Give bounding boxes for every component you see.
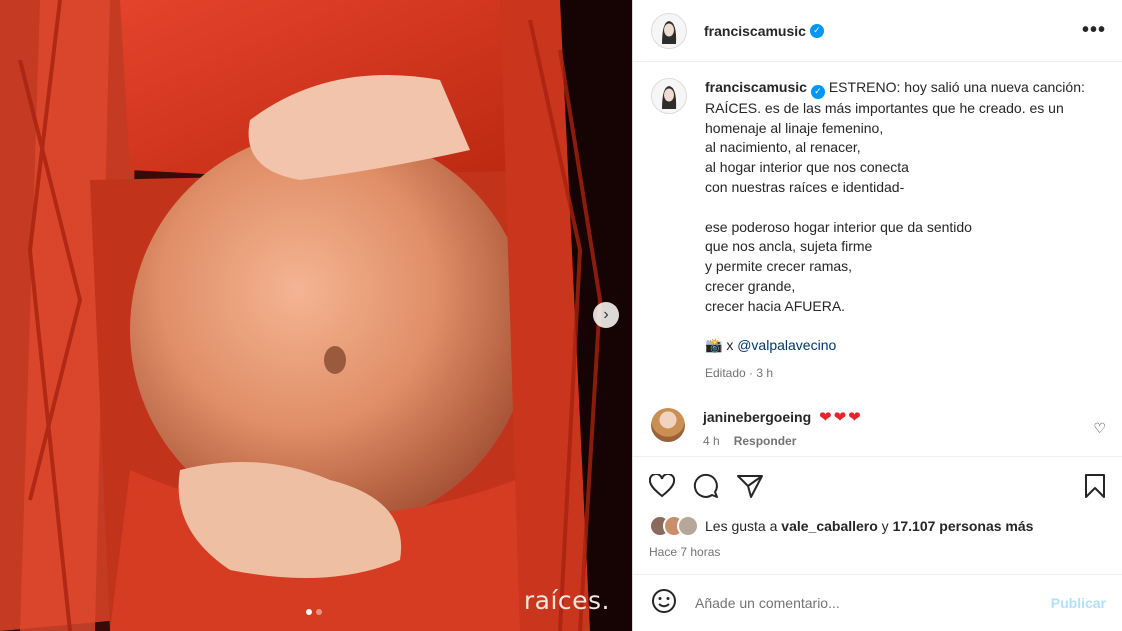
commenter-username[interactable]: janinebergoeing <box>703 409 811 425</box>
post-photo <box>0 0 632 631</box>
post-media[interactable]: › raíces. <box>0 0 632 631</box>
media-overlay-text: raíces. <box>523 586 610 615</box>
caption-text: franciscamusic ✓ ESTRENO: hoy salió una n… <box>705 78 1095 384</box>
caption-line: RAÍCES. es de las más importantes que he… <box>705 99 1064 116</box>
comments-area[interactable]: franciscamusic ✓ ESTRENO: hoy salió una n… <box>633 62 1122 456</box>
chevron-right-icon: › <box>603 306 609 323</box>
caption-line: al nacimiento, al renacer, <box>705 139 861 156</box>
emoji-icon[interactable] <box>651 588 677 619</box>
comment-input[interactable] <box>693 594 1051 612</box>
caption-credit: 📸 x @valpalavecino <box>705 337 837 354</box>
post-caption: franciscamusic ✓ ESTRENO: hoy salió una n… <box>651 78 1106 384</box>
caption-author-avatar[interactable] <box>651 78 687 114</box>
post-timestamp: Hace 7 horas <box>649 545 721 559</box>
profile-photo-icon <box>652 13 686 48</box>
caption-line: y permite crecer ramas, <box>705 258 853 275</box>
liker-username[interactable]: vale_caballero <box>781 518 878 534</box>
author-avatar[interactable] <box>651 12 687 49</box>
verified-badge-icon: ✓ <box>810 84 825 99</box>
caption-line: crecer grande, <box>705 278 796 295</box>
caption-line <box>705 317 1095 337</box>
likes-summary: Les gusta a vale_caballero y 17.107 pers… <box>649 515 1106 537</box>
caption-line: ese poderoso hogar interior que da senti… <box>705 218 972 235</box>
author-username[interactable]: franciscamusic <box>704 23 806 39</box>
share-icon[interactable] <box>737 474 763 498</box>
next-slide-button[interactable]: › <box>593 302 619 328</box>
publish-button[interactable]: Publicar <box>1051 595 1106 611</box>
credit-mention-link[interactable]: @valpalavecino <box>737 337 836 353</box>
more-options-icon[interactable]: ••• <box>1082 19 1106 42</box>
caption-line: crecer hacia AFUERA. <box>705 297 846 314</box>
commenter-avatar[interactable] <box>651 408 685 443</box>
caption-line: franciscamusic ✓ ESTRENO: hoy salió una n… <box>705 78 1095 99</box>
verified-badge-icon: ✓ <box>809 23 824 38</box>
likes-count[interactable]: 17.107 personas más <box>893 518 1034 534</box>
comment-icon[interactable] <box>693 473 719 499</box>
bookmark-icon[interactable] <box>1084 473 1106 499</box>
reply-button[interactable]: Responder <box>734 434 797 448</box>
comment-item: janinebergoeing ❤❤❤ 4 h Responder ♡ <box>651 408 1106 448</box>
add-comment-bar: Publicar <box>633 574 1122 631</box>
comment-text: ❤❤❤ <box>819 409 863 427</box>
post-panel: franciscamusic ✓ ••• franciscamusic ✓ EST… <box>632 0 1122 631</box>
caption-line: que nos ancla, sujeta firme <box>705 238 873 255</box>
caption-line: al hogar interior que nos conecta <box>705 159 909 176</box>
post-header: franciscamusic ✓ ••• <box>633 0 1122 62</box>
liker-avatar <box>677 515 699 537</box>
comment-age: 4 h <box>703 434 720 449</box>
like-icon[interactable] <box>649 474 675 498</box>
caption-username[interactable]: franciscamusic <box>705 79 807 95</box>
carousel-dot-active <box>306 609 312 615</box>
comment-like-icon[interactable]: ♡ <box>1093 408 1106 437</box>
post-actions: Les gusta a vale_caballero y 17.107 pers… <box>633 456 1122 574</box>
camera-emoji-icon: 📸 <box>705 337 723 354</box>
caption-line: homenaje al linaje femenino, <box>705 119 884 136</box>
caption-line <box>705 198 1095 218</box>
carousel-indicator <box>306 609 322 615</box>
profile-photo-icon <box>652 79 686 113</box>
edited-timestamp: Editado · 3 h <box>705 366 774 381</box>
caption-line: con nuestras raíces e identidad- <box>705 179 905 196</box>
liker-avatars <box>649 515 699 537</box>
carousel-dot <box>316 609 322 615</box>
